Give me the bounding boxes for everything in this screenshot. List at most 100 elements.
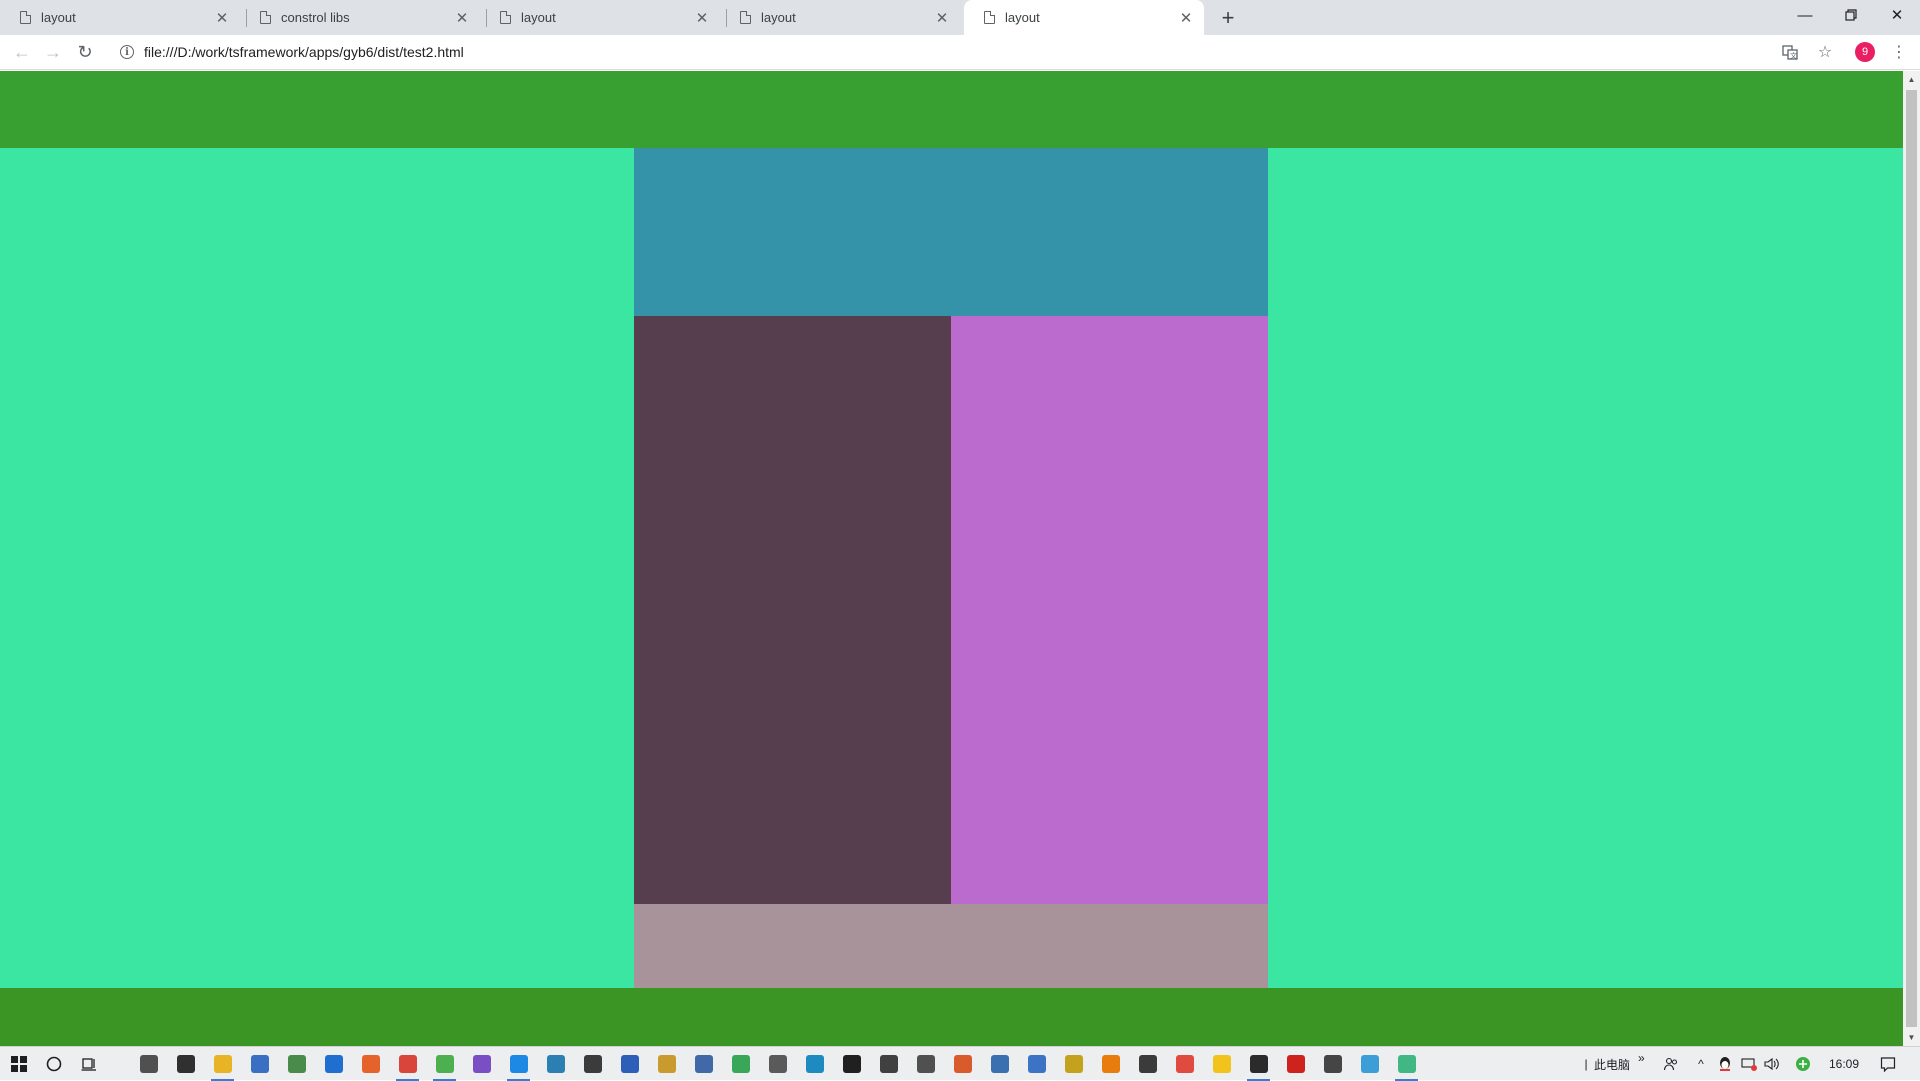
tool-glyph <box>287 1055 306 1073</box>
vue-glyph <box>1397 1055 1416 1073</box>
notebook-icon[interactable] <box>1351 1047 1388 1081</box>
show-hidden-icons-chevron-icon[interactable]: ^ <box>1693 1056 1709 1072</box>
design-icon[interactable] <box>1018 1047 1055 1081</box>
qq-penguin-icon[interactable] <box>1717 1056 1733 1072</box>
browser-tab[interactable]: layout ✕ <box>480 0 720 35</box>
left-content-block <box>634 316 951 904</box>
menu-kebab-icon[interactable]: ⋮ <box>1885 38 1913 66</box>
blender-icon[interactable] <box>1092 1047 1129 1081</box>
sticky-glyph <box>1212 1055 1231 1073</box>
database-icon[interactable] <box>759 1047 796 1081</box>
new-tab-button[interactable]: + <box>1214 4 1242 32</box>
visual-studio-icon[interactable] <box>463 1047 500 1081</box>
firefox-icon[interactable] <box>352 1047 389 1081</box>
edge-icon[interactable] <box>315 1047 352 1081</box>
minimize-icon[interactable]: — <box>1782 0 1828 30</box>
calculator-glyph <box>1323 1055 1342 1073</box>
browser-tab[interactable]: layout ✕ <box>720 0 960 35</box>
screen-icon[interactable] <box>1240 1047 1277 1081</box>
screen-glyph <box>1249 1055 1268 1073</box>
windows-start-icon[interactable] <box>0 1047 37 1081</box>
vue-icon[interactable] <box>1388 1047 1425 1081</box>
green-app-icon[interactable] <box>426 1047 463 1081</box>
top-content-block <box>634 148 1268 316</box>
tray-location-label[interactable]: 此电脑 <box>1594 1047 1630 1081</box>
blocks-icon[interactable] <box>1166 1047 1203 1081</box>
mail-icon[interactable] <box>167 1047 204 1081</box>
python-icon[interactable] <box>537 1047 574 1081</box>
restore-icon[interactable] <box>1828 0 1874 30</box>
sphere-icon[interactable] <box>1129 1047 1166 1081</box>
address-url: file:///D:/work/tsframework/apps/gyb6/di… <box>144 44 464 60</box>
paint-icon[interactable] <box>611 1047 648 1081</box>
document-icon <box>500 11 511 24</box>
reload-icon[interactable]: ↻ <box>71 38 99 66</box>
forward-icon[interactable]: → <box>39 38 67 66</box>
media-icon[interactable] <box>833 1047 870 1081</box>
java-glyph <box>953 1055 972 1073</box>
clock[interactable]: 16:09 <box>1829 1047 1859 1081</box>
store-icon[interactable] <box>130 1047 167 1081</box>
bookmark-star-icon[interactable]: ☆ <box>1811 38 1839 66</box>
chrome-icon[interactable] <box>389 1047 426 1081</box>
network-status-icon[interactable] <box>1741 1056 1757 1072</box>
pdf-glyph <box>1286 1055 1305 1073</box>
edge-glyph <box>324 1055 343 1073</box>
back-icon[interactable]: ← <box>8 38 36 66</box>
file-explorer-icon[interactable] <box>204 1047 241 1081</box>
package-glyph <box>657 1055 676 1073</box>
notebook-glyph <box>1360 1055 1379 1073</box>
people-icon[interactable] <box>1663 1056 1679 1072</box>
monitor-icon[interactable] <box>981 1047 1018 1081</box>
info-icon[interactable]: i <box>120 45 134 59</box>
vscode-icon[interactable] <box>500 1047 537 1081</box>
java-icon[interactable] <box>944 1047 981 1081</box>
calculator-icon[interactable] <box>1314 1047 1351 1081</box>
sync-tray-icon[interactable] <box>1795 1056 1811 1072</box>
action-center-icon[interactable] <box>1880 1056 1896 1072</box>
window-close-icon[interactable]: ✕ <box>1874 0 1920 30</box>
powershell-icon[interactable] <box>574 1047 611 1081</box>
cortana-search-icon[interactable] <box>35 1047 72 1081</box>
scroll-down-icon[interactable]: ▼ <box>1903 1029 1920 1046</box>
browser-tab[interactable]: layout ✕ <box>0 0 240 35</box>
scroll-up-icon[interactable]: ▲ <box>1903 71 1920 88</box>
scroll-thumb[interactable] <box>1906 90 1917 1027</box>
sphere-glyph <box>1138 1055 1157 1073</box>
network-icon[interactable] <box>685 1047 722 1081</box>
profile-avatar[interactable]: 9 <box>1851 38 1879 66</box>
vertical-scrollbar[interactable]: ▲ ▼ <box>1903 71 1920 1046</box>
notes-icon[interactable] <box>1055 1047 1092 1081</box>
tab-strip: layout ✕ constrol libs ✕ layout ✕ layout… <box>0 0 1920 35</box>
green-app-glyph <box>435 1055 454 1073</box>
sticky-icon[interactable] <box>1203 1047 1240 1081</box>
close-icon[interactable]: ✕ <box>1178 10 1194 27</box>
terminal-icon[interactable] <box>870 1047 907 1081</box>
volume-icon[interactable] <box>1764 1056 1780 1072</box>
pdf-icon[interactable] <box>1277 1047 1314 1081</box>
firefox-glyph <box>361 1055 380 1073</box>
remote-desktop-icon[interactable] <box>241 1047 278 1081</box>
address-bar[interactable]: i file:///D:/work/tsframework/apps/gyb6/… <box>108 38 1798 66</box>
android-icon[interactable] <box>722 1047 759 1081</box>
terminal-glyph <box>879 1055 898 1073</box>
close-icon[interactable]: ✕ <box>694 10 710 27</box>
visual-studio-glyph <box>472 1055 491 1073</box>
task-view-icon[interactable] <box>70 1047 107 1081</box>
browser-tab-active[interactable]: layout ✕ <box>964 0 1204 35</box>
bottom-content-block <box>634 904 1268 988</box>
python-glyph <box>546 1055 565 1073</box>
tab-title: layout <box>521 10 556 25</box>
keyboard-icon[interactable] <box>907 1047 944 1081</box>
close-icon[interactable]: ✕ <box>454 10 470 27</box>
package-icon[interactable] <box>648 1047 685 1081</box>
sync-icon[interactable] <box>796 1047 833 1081</box>
translate-icon[interactable]: 文 <box>1776 38 1804 66</box>
tool-icon[interactable] <box>278 1047 315 1081</box>
close-icon[interactable]: ✕ <box>934 10 950 27</box>
close-icon[interactable]: ✕ <box>214 10 230 27</box>
document-icon <box>260 11 271 24</box>
tray-chevron[interactable]: » <box>1638 1041 1645 1075</box>
browser-tab[interactable]: constrol libs ✕ <box>240 0 480 35</box>
database-glyph <box>768 1055 787 1073</box>
